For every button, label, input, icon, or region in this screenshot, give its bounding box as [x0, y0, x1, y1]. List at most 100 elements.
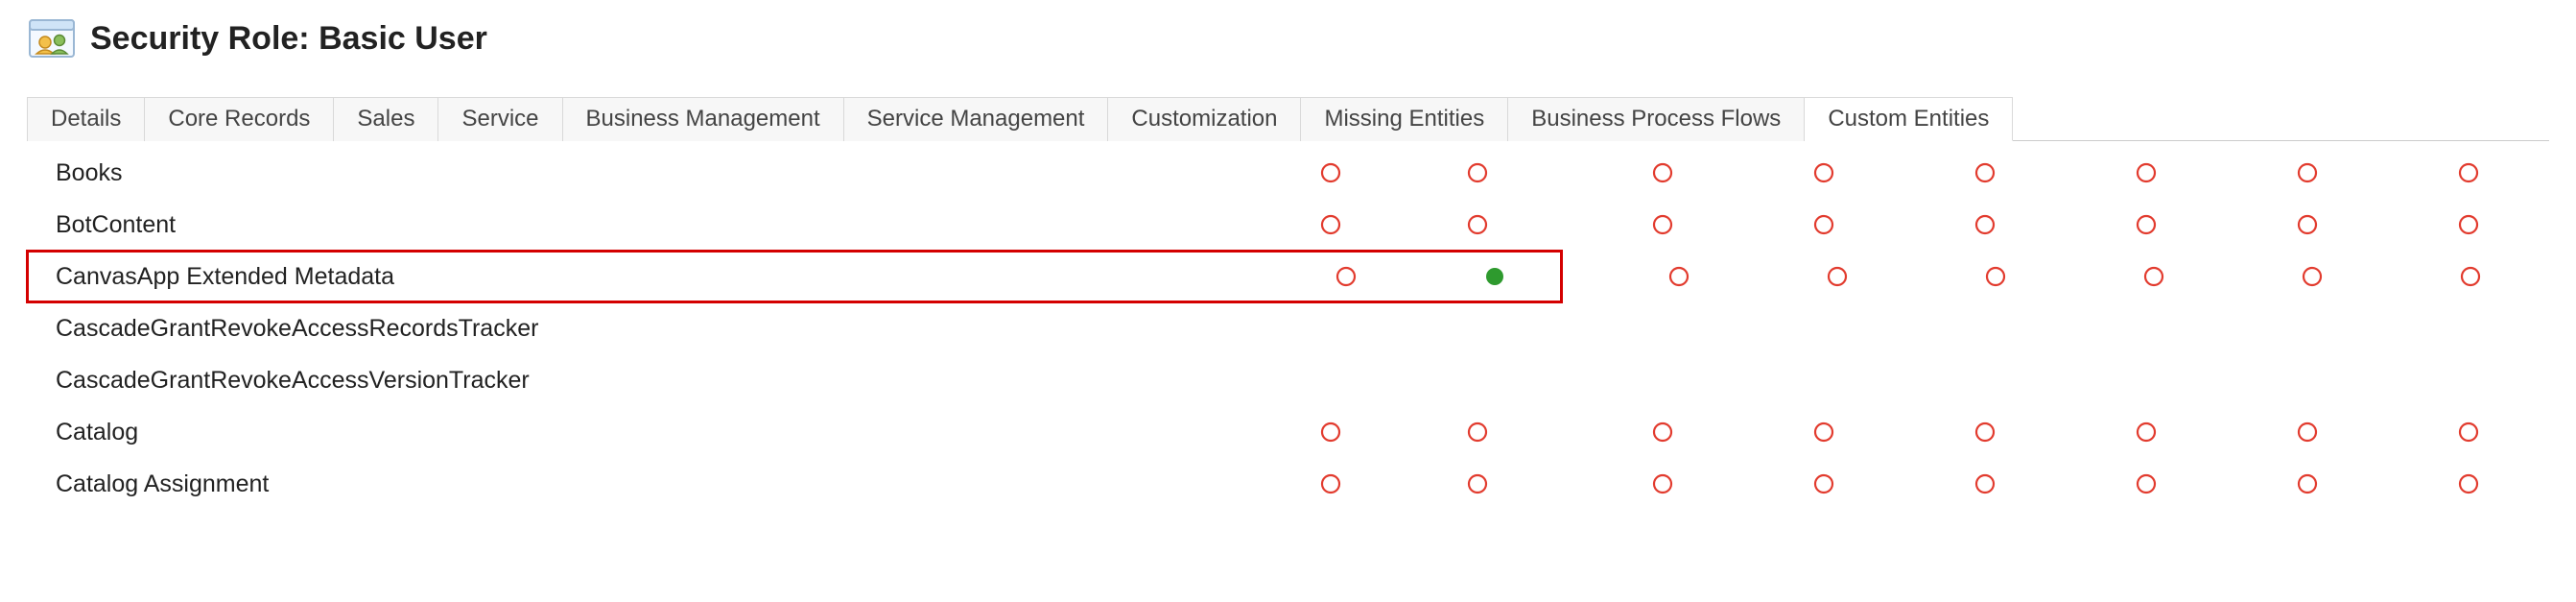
privilege-none-icon[interactable]: [2460, 266, 2481, 287]
privilege-none-icon[interactable]: [2136, 473, 2157, 494]
privilege-none-icon[interactable]: [2458, 473, 2479, 494]
table-row: CanvasApp Extended Metadata: [27, 251, 2549, 302]
tab-service-management[interactable]: Service Management: [844, 97, 1109, 141]
privilege-cell: [1743, 162, 1904, 183]
table-row: CascadeGrantRevokeAccessVersionTracker: [27, 354, 2549, 406]
privilege-cell: [1250, 214, 1411, 235]
table-row: Books: [27, 147, 2549, 199]
privilege-none-icon[interactable]: [2297, 473, 2318, 494]
tab-custom-entities[interactable]: Custom Entities: [1805, 97, 2013, 141]
tab-label: Missing Entities: [1324, 106, 1484, 132]
privilege-cell: [2388, 473, 2549, 494]
privilege-cell: [1917, 266, 2075, 287]
privilege-none-icon[interactable]: [1813, 473, 1834, 494]
entity-label: CascadeGrantRevokeAccessVersionTracker: [27, 367, 1250, 395]
privilege-cell: [2391, 266, 2549, 287]
tab-core-records[interactable]: Core Records: [145, 97, 334, 141]
privilege-none-icon[interactable]: [1320, 421, 1341, 443]
tab-missing-entities[interactable]: Missing Entities: [1301, 97, 1508, 141]
privilege-none-icon[interactable]: [1652, 473, 1673, 494]
table-row: Catalog Assignment: [27, 458, 2549, 510]
privilege-none-icon[interactable]: [2297, 162, 2318, 183]
privilege-none-icon[interactable]: [1467, 421, 1488, 443]
privilege-none-icon[interactable]: [1813, 421, 1834, 443]
entity-label: CascadeGrantRevokeAccessRecordsTracker: [27, 315, 1250, 343]
tab-label: Customization: [1131, 106, 1277, 132]
privilege-cell: [2227, 473, 2388, 494]
privilege-none-icon[interactable]: [1985, 266, 2006, 287]
privilege-cell: [2227, 421, 2388, 443]
privilege-none-icon[interactable]: [2302, 266, 2323, 287]
privilege-none-icon[interactable]: [1974, 214, 1996, 235]
privilege-none-icon[interactable]: [1320, 162, 1341, 183]
privilege-cell: [2227, 162, 2388, 183]
privilege-cell: [1250, 473, 1411, 494]
privilege-none-icon[interactable]: [1320, 214, 1341, 235]
privilege-none-icon[interactable]: [2136, 421, 2157, 443]
privilege-none-icon[interactable]: [1335, 266, 1357, 287]
entity-label: Catalog: [27, 419, 1250, 446]
privilege-none-icon[interactable]: [2297, 214, 2318, 235]
privilege-cell: [2066, 214, 2227, 235]
table-row: BotContent: [27, 199, 2549, 251]
page-header: Security Role: Basic User: [0, 0, 2576, 96]
tab-label: Service Management: [867, 106, 1085, 132]
privilege-cell: [1743, 214, 1904, 235]
entity-label: Books: [27, 159, 1250, 187]
privilege-none-icon[interactable]: [1652, 162, 1673, 183]
privilege-none-icon[interactable]: [2458, 214, 2479, 235]
table-row: CascadeGrantRevokeAccessRecordsTracker: [27, 302, 2549, 354]
tab-label: Service: [461, 106, 538, 132]
privilege-cell: [1582, 473, 1743, 494]
tabs: Details Core Records Sales Service Business …: [27, 96, 2549, 141]
privilege-cell: [1428, 266, 1562, 287]
privilege-cell: [1600, 266, 1759, 287]
tab-label: Core Records: [168, 106, 310, 132]
privilege-none-icon[interactable]: [1652, 421, 1673, 443]
tab-label: Custom Entities: [1828, 106, 1989, 132]
privilege-none-icon[interactable]: [1974, 162, 1996, 183]
tab-service[interactable]: Service: [438, 97, 562, 141]
privilege-cell: [1904, 214, 2066, 235]
privilege-none-icon[interactable]: [2136, 162, 2157, 183]
tab-customization[interactable]: Customization: [1108, 97, 1301, 141]
privilege-none-icon[interactable]: [1467, 473, 1488, 494]
privilege-none-icon[interactable]: [1467, 162, 1488, 183]
privilege-none-icon[interactable]: [1827, 266, 1848, 287]
entity-label: CanvasApp Extended Metadata: [27, 263, 1264, 291]
privilege-none-icon[interactable]: [1974, 421, 1996, 443]
tab-sales[interactable]: Sales: [334, 97, 438, 141]
tab-details[interactable]: Details: [27, 97, 145, 141]
privilege-cell: [2066, 473, 2227, 494]
privilege-full-icon[interactable]: [1484, 266, 1505, 287]
privilege-cell: [1582, 162, 1743, 183]
privilege-none-icon[interactable]: [2143, 266, 2164, 287]
tab-business-process-flows[interactable]: Business Process Flows: [1508, 97, 1805, 141]
tab-business-management[interactable]: Business Management: [563, 97, 844, 141]
privilege-none-icon[interactable]: [2458, 421, 2479, 443]
privilege-none-icon[interactable]: [1320, 473, 1341, 494]
entity-label: Catalog Assignment: [27, 470, 1250, 498]
security-role-icon: [29, 19, 75, 58]
privilege-none-icon[interactable]: [2136, 214, 2157, 235]
privilege-cell: [1250, 162, 1411, 183]
privilege-none-icon[interactable]: [1467, 214, 1488, 235]
privilege-none-icon[interactable]: [1668, 266, 1690, 287]
privilege-cell: [1582, 214, 1743, 235]
privilege-none-icon[interactable]: [2458, 162, 2479, 183]
privilege-cell: [2066, 162, 2227, 183]
privilege-cell: [2074, 266, 2233, 287]
privilege-cell: [1582, 421, 1743, 443]
privilege-cell: [1743, 473, 1904, 494]
table-row: Catalog: [27, 406, 2549, 458]
privilege-none-icon[interactable]: [1974, 473, 1996, 494]
privilege-none-icon[interactable]: [1813, 162, 1834, 183]
entity-grid: Books BotContent CanvasApp Extended Metada…: [27, 141, 2549, 510]
privilege-cell: [1411, 214, 1544, 235]
privilege-none-icon[interactable]: [1652, 214, 1673, 235]
privilege-none-icon[interactable]: [2297, 421, 2318, 443]
privilege-cell: [1904, 162, 2066, 183]
privilege-cell: [2388, 162, 2549, 183]
privilege-cell: [1411, 473, 1544, 494]
privilege-none-icon[interactable]: [1813, 214, 1834, 235]
